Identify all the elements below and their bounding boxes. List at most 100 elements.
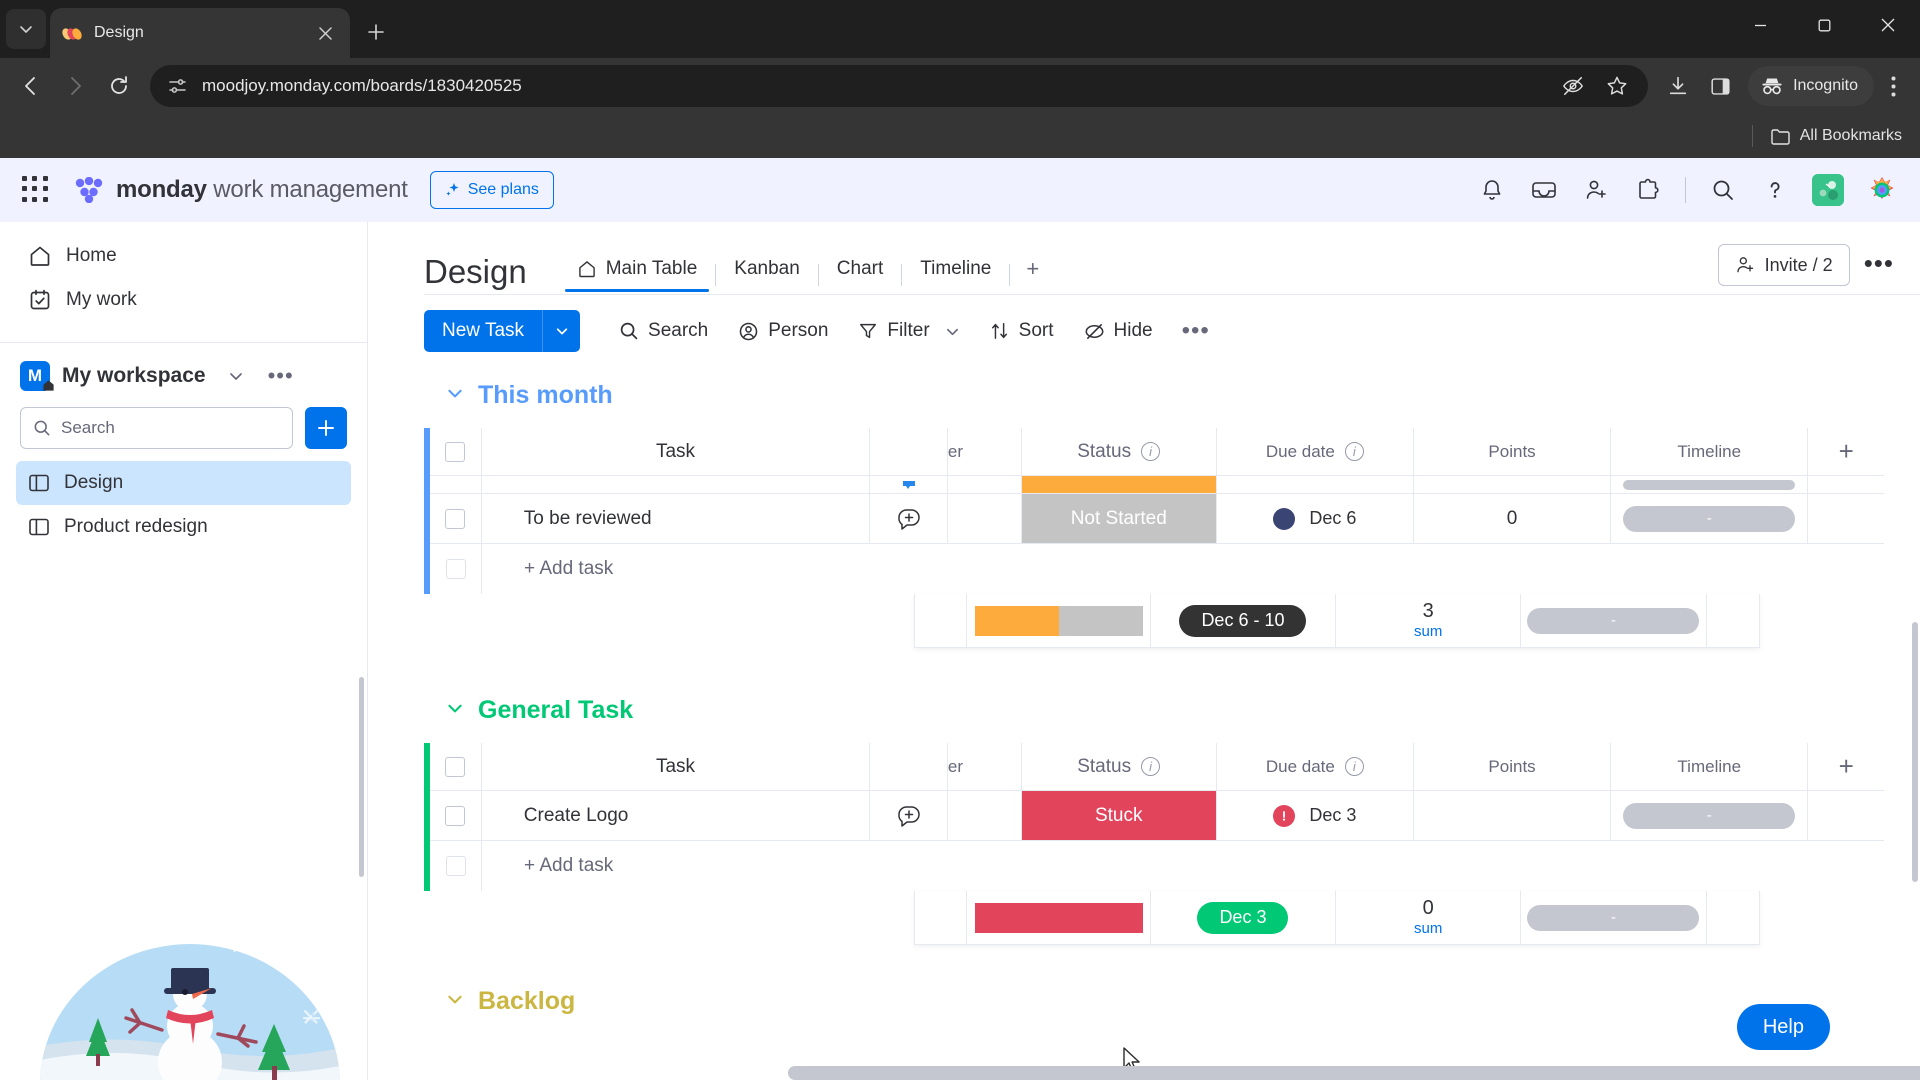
help-button[interactable]: Help (1736, 1004, 1830, 1050)
summary-points-cell[interactable]: 0 sum (1336, 891, 1522, 944)
row-checkbox[interactable] (430, 494, 482, 543)
row-task-name[interactable]: To be reviewed (482, 494, 871, 543)
add-column-button[interactable]: + (1808, 743, 1884, 790)
new-task-label[interactable]: New Task (424, 310, 543, 352)
browser-tab[interactable]: Design (50, 8, 350, 58)
info-icon[interactable]: i (1141, 757, 1161, 776)
board-more-menu[interactable]: ••• (1864, 248, 1894, 283)
chevron-down-icon[interactable] (228, 368, 244, 384)
all-bookmarks-button[interactable]: All Bookmarks (1771, 127, 1902, 145)
sidebar-board-product-redesign[interactable]: Product redesign (16, 505, 351, 549)
info-icon[interactable]: i (1344, 757, 1364, 776)
info-icon[interactable]: i (1344, 442, 1364, 461)
new-task-button[interactable]: New Task (424, 310, 581, 352)
column-header-timeline[interactable]: Timeline (1611, 428, 1809, 475)
row-chat-button[interactable] (870, 494, 948, 543)
row-status-badge[interactable]: Stuck (1021, 791, 1217, 840)
workspace-selector[interactable]: M My workspace ••• (0, 343, 367, 401)
group-title-backlog[interactable]: Backlog (424, 973, 1920, 1016)
sidebar-board-design[interactable]: Design (16, 461, 351, 505)
search-input[interactable]: Search (20, 407, 293, 449)
notifications-bell-icon[interactable] (1477, 175, 1507, 205)
row-status-badge[interactable]: Not Started (1021, 494, 1217, 543)
summary-date-cell[interactable]: Dec 6 - 10 (1151, 594, 1337, 647)
eye-off-icon[interactable] (1556, 69, 1590, 103)
maximize-icon[interactable] (1792, 0, 1856, 50)
column-header-points[interactable]: Points (1414, 743, 1612, 790)
horizontal-scrollbar[interactable] (788, 1066, 1920, 1080)
column-header-owner[interactable]: er (948, 743, 1022, 790)
summary-status-bar-cell[interactable] (967, 594, 1151, 647)
tab-main-table[interactable]: Main Table (559, 258, 716, 292)
table-row[interactable]: To be reviewed Not Started Dec 6 0 - (430, 494, 1884, 544)
row-task-name[interactable]: Create Logo (482, 791, 871, 840)
column-header-points[interactable]: Points (1414, 428, 1612, 475)
invite-member-icon[interactable] (1581, 175, 1611, 205)
chevron-down-icon[interactable] (542, 310, 581, 352)
add-task-row[interactable]: + Add task (430, 841, 1884, 891)
summary-timeline-cell[interactable]: - (1521, 594, 1707, 647)
add-task-label[interactable]: + Add task (482, 841, 872, 891)
column-header-task[interactable]: Task (482, 428, 871, 475)
select-all-checkbox[interactable] (430, 743, 482, 790)
chevron-down-icon[interactable] (446, 990, 464, 1014)
sidebar-item-home[interactable]: Home (16, 234, 351, 278)
group-title-general-task[interactable]: General Task (424, 682, 1920, 743)
monday-logo[interactable]: monday work management (74, 176, 408, 204)
add-board-button[interactable] (305, 407, 347, 449)
row-due-date[interactable]: Dec 3 (1217, 791, 1414, 840)
toolbar-filter[interactable]: Filter (843, 310, 974, 352)
minimize-icon[interactable] (1728, 0, 1792, 50)
table-row[interactable]: Create Logo Stuck Dec 3 - (430, 791, 1884, 841)
row-owner[interactable] (948, 791, 1022, 840)
sidebar-scrollbar[interactable] (359, 677, 364, 877)
select-all-checkbox[interactable] (430, 428, 482, 475)
star-icon[interactable] (1600, 69, 1634, 103)
close-window-icon[interactable] (1856, 0, 1920, 50)
row-due-date[interactable]: Dec 6 (1217, 494, 1414, 543)
incognito-indicator[interactable]: Incognito (1748, 66, 1874, 106)
tab-kanban[interactable]: Kanban (716, 258, 818, 292)
add-task-row[interactable]: + Add task (430, 544, 1884, 594)
toolbar-person[interactable]: Person (723, 310, 843, 352)
reload-icon[interactable] (98, 65, 140, 107)
user-avatar[interactable] (1812, 174, 1844, 206)
search-icon[interactable] (1708, 175, 1738, 205)
column-header-task[interactable]: Task (482, 743, 871, 790)
three-dot-menu-icon[interactable] (1876, 66, 1910, 106)
inbox-icon[interactable] (1529, 175, 1559, 205)
site-settings-icon[interactable] (164, 73, 190, 99)
toolbar-sort[interactable]: Sort (975, 310, 1069, 352)
row-points[interactable]: 0 (1414, 494, 1612, 543)
add-view-button[interactable]: + (1010, 256, 1055, 294)
column-header-timeline[interactable]: Timeline (1611, 743, 1809, 790)
add-task-label[interactable]: + Add task (482, 544, 872, 594)
back-icon[interactable] (10, 65, 52, 107)
invite-button[interactable]: Invite / 2 (1717, 244, 1850, 286)
tab-chart[interactable]: Chart (819, 258, 901, 292)
tab-search-button[interactable] (6, 9, 46, 49)
apps-puzzle-icon[interactable] (1633, 175, 1663, 205)
column-header-status[interactable]: Status i (1022, 743, 1217, 790)
address-bar[interactable]: moodjoy.monday.com/boards/1830420525 (150, 65, 1649, 107)
row-timeline[interactable]: - (1611, 791, 1809, 840)
row-owner[interactable] (948, 494, 1022, 543)
row-chat-button[interactable] (870, 791, 948, 840)
column-header-due-date[interactable]: Due date i (1217, 428, 1414, 475)
toolbar-hide[interactable]: Hide (1069, 310, 1168, 352)
summary-status-bar-cell[interactable] (967, 891, 1151, 944)
close-icon[interactable] (312, 20, 338, 46)
new-tab-button[interactable] (356, 12, 396, 52)
summary-points-cell[interactable]: 3 sum (1336, 594, 1522, 647)
see-plans-button[interactable]: See plans (429, 171, 554, 209)
column-header-owner[interactable]: er (948, 428, 1022, 475)
chevron-down-icon[interactable] (446, 699, 464, 723)
tab-timeline[interactable]: Timeline (902, 258, 1009, 292)
summary-date-cell[interactable]: Dec 3 (1151, 891, 1337, 944)
group-title-this-month[interactable]: This month (424, 367, 1920, 428)
add-column-button[interactable]: + (1808, 428, 1884, 475)
download-icon[interactable] (1658, 66, 1698, 106)
toolbar-more-menu[interactable]: ••• (1168, 317, 1224, 345)
side-panel-icon[interactable] (1700, 66, 1740, 106)
apps-grid-icon[interactable] (22, 176, 50, 204)
